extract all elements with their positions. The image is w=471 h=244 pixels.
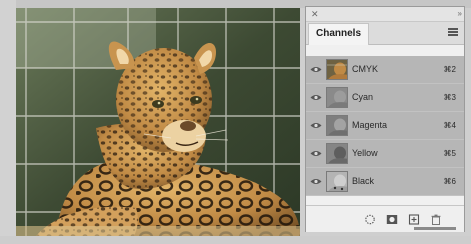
channel-shortcut: ⌘2 xyxy=(443,65,456,74)
channel-thumbnail-magenta xyxy=(326,115,348,136)
channel-thumbnail-yellow xyxy=(326,143,348,164)
delete-channel-icon[interactable] xyxy=(430,214,442,225)
eye-icon[interactable] xyxy=(310,149,322,158)
channel-label: Black xyxy=(352,176,375,186)
channel-row-cyan[interactable]: Cyan ⌘3 xyxy=(306,84,464,112)
channel-shortcut: ⌘3 xyxy=(443,93,456,102)
panel-tab-row: Channels xyxy=(306,22,464,45)
load-channel-as-selection-icon[interactable] xyxy=(364,214,376,225)
window-left-frame xyxy=(0,0,16,244)
eye-icon[interactable] xyxy=(310,93,322,102)
channels-panel: ✕ » Channels CMYK ⌘2 Cyan ⌘3 Magenta ⌘4 … xyxy=(305,6,465,232)
channel-row-cmyk[interactable]: CMYK ⌘2 xyxy=(306,56,464,84)
tab-channels[interactable]: Channels xyxy=(308,23,370,45)
channel-thumbnail-cmyk xyxy=(326,59,348,80)
channel-label: Cyan xyxy=(352,92,374,102)
eye-icon[interactable] xyxy=(310,121,322,130)
eye-icon[interactable] xyxy=(310,177,322,186)
channel-shortcut: ⌘6 xyxy=(443,177,456,186)
new-channel-icon[interactable] xyxy=(408,214,420,225)
panel-resize-grip[interactable] xyxy=(414,227,456,230)
panel-footer xyxy=(306,205,464,232)
channel-row-magenta[interactable]: Magenta ⌘4 xyxy=(306,112,464,140)
save-selection-as-channel-icon[interactable] xyxy=(386,214,398,225)
channel-label: CMYK xyxy=(352,64,379,74)
channel-row-black[interactable]: Black ⌘6 xyxy=(306,168,464,196)
channel-list: CMYK ⌘2 Cyan ⌘3 Magenta ⌘4 Yellow ⌘5 Bla… xyxy=(306,56,464,196)
channel-label: Yellow xyxy=(352,148,378,158)
panel-title-bar[interactable]: ✕ » xyxy=(306,7,464,22)
window-bottom-frame xyxy=(0,236,471,244)
channel-thumbnail-black xyxy=(326,171,348,192)
channel-shortcut: ⌘4 xyxy=(443,121,456,130)
eye-icon[interactable] xyxy=(310,65,322,74)
close-icon[interactable]: ✕ xyxy=(311,8,319,20)
panel-menu-icon[interactable] xyxy=(448,28,458,36)
document-canvas[interactable] xyxy=(16,8,300,236)
collapse-icon[interactable]: » xyxy=(458,8,463,20)
channel-label: Magenta xyxy=(352,120,388,130)
channel-shortcut: ⌘5 xyxy=(443,149,456,158)
channel-row-yellow[interactable]: Yellow ⌘5 xyxy=(306,140,464,168)
leopard-photo xyxy=(16,8,300,236)
channel-thumbnail-cyan xyxy=(326,87,348,108)
